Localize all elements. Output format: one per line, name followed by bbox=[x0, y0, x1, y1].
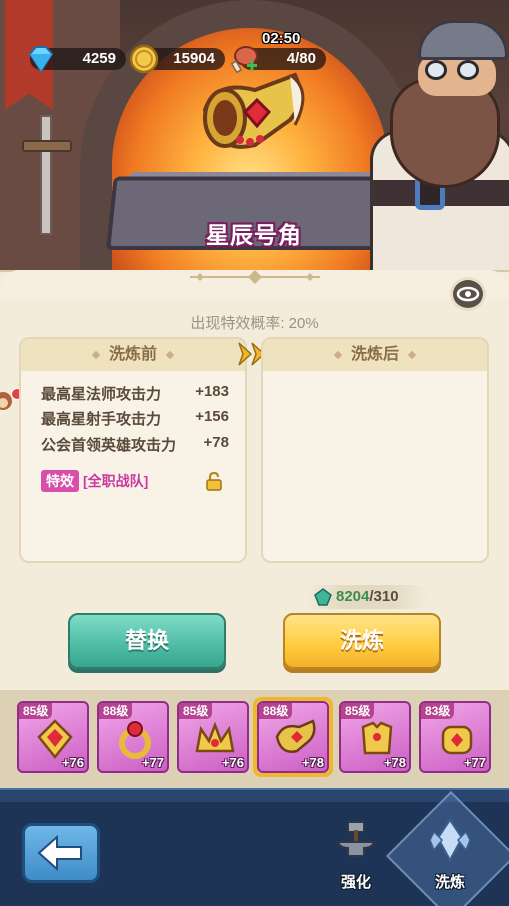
stat-name: 公会首领英雄攻击力 bbox=[41, 437, 177, 454]
eye-glyph bbox=[456, 286, 480, 302]
stat-value: +78 bbox=[203, 434, 229, 451]
after-refine-column: 洗炼后 bbox=[261, 337, 489, 563]
item-name-plate: 星辰号角 bbox=[148, 214, 360, 256]
header-diamond bbox=[165, 350, 175, 360]
refine-cost: 8204/310 bbox=[306, 585, 428, 609]
stamina-count: 4/80 bbox=[286, 50, 316, 67]
equipment-bonus: +77 bbox=[463, 755, 486, 770]
stat-value: +156 bbox=[195, 408, 229, 425]
crystal-icon bbox=[429, 818, 471, 863]
sword-decoration bbox=[40, 115, 52, 235]
stat-value: +183 bbox=[195, 383, 229, 400]
equipment-slot[interactable]: 85级 +78 bbox=[339, 701, 411, 773]
refine-button[interactable]: 洗炼 bbox=[283, 613, 441, 669]
equipment-bonus: +77 bbox=[141, 755, 164, 770]
gem-counter[interactable]: 4259 bbox=[28, 46, 126, 73]
after-refine-header: 洗炼后 bbox=[263, 339, 487, 371]
before-refine-column: 洗炼前 最高星法师攻击力 +183 最高星射手攻击力 +156 公会首领英雄攻击… bbox=[19, 337, 247, 563]
special-effect-row: 特效 [全职战队] bbox=[41, 470, 149, 492]
diamond-icon bbox=[28, 46, 54, 73]
header-diamond bbox=[91, 350, 101, 360]
lock-icon[interactable] bbox=[205, 471, 223, 491]
replace-button[interactable]: 替换 bbox=[68, 613, 226, 669]
cost-need: /310 bbox=[369, 588, 399, 605]
refine-stone-icon bbox=[314, 588, 332, 606]
nav-refine[interactable]: 洗炼 bbox=[416, 818, 484, 896]
nav-refine-label: 洗炼 bbox=[434, 874, 465, 891]
nav-forge-label: 强化 bbox=[340, 874, 371, 891]
equipment-level: 85级 bbox=[19, 703, 53, 719]
equipment-slot[interactable]: 88级 +77 bbox=[97, 701, 169, 773]
item-name: 星辰号角 bbox=[206, 222, 302, 248]
eye-icon[interactable] bbox=[450, 277, 486, 311]
special-effect-tag: 特效 bbox=[41, 470, 79, 492]
stat-row: 最高星法师攻击力 +183 bbox=[41, 383, 229, 403]
equipment-level: 88级 bbox=[99, 703, 133, 719]
equipment-level: 85级 bbox=[341, 703, 375, 719]
meat-icon bbox=[230, 46, 258, 74]
back-arrow-icon bbox=[37, 834, 82, 872]
blacksmith-cap bbox=[418, 20, 508, 60]
star-horn-item-art bbox=[202, 72, 305, 149]
blacksmith-character bbox=[370, 20, 509, 280]
sword-guard bbox=[22, 140, 72, 152]
stat-row: 最高星射手攻击力 +156 bbox=[41, 408, 229, 428]
equipment-bonus: +76 bbox=[221, 755, 244, 770]
stat-name: 最高星射手攻击力 bbox=[41, 411, 162, 428]
equipment-slot[interactable]: 83级 +77 bbox=[419, 701, 491, 773]
anvil-icon bbox=[336, 821, 376, 857]
back-button[interactable] bbox=[22, 823, 100, 883]
coin-count: 15904 bbox=[173, 50, 215, 67]
glasses bbox=[425, 60, 485, 80]
nav-forge[interactable]: 强化 bbox=[322, 818, 390, 896]
stat-name: 最高星法师攻击力 bbox=[41, 386, 162, 403]
selection-frame bbox=[253, 697, 333, 777]
before-refine-header: 洗炼前 bbox=[21, 339, 245, 371]
header-diamond bbox=[333, 350, 343, 360]
equipment-slot[interactable]: 85级 +76 bbox=[177, 701, 249, 773]
after-refine-title: 洗炼后 bbox=[350, 346, 399, 363]
stamina-timer: 02:50 bbox=[262, 30, 301, 47]
coin-counter[interactable]: 15904 bbox=[129, 44, 225, 74]
gem-count: 4259 bbox=[82, 50, 116, 67]
panel-ornament bbox=[190, 270, 320, 284]
navbar-edge bbox=[0, 788, 509, 802]
cost-have: 8204 bbox=[336, 588, 370, 605]
header-diamond bbox=[407, 350, 417, 360]
equipment-bonus: +76 bbox=[61, 755, 84, 770]
special-effect-value: [全职战队] bbox=[83, 473, 149, 489]
cost-amount: 8204/310 bbox=[336, 585, 399, 609]
before-refine-title: 洗炼前 bbox=[108, 346, 157, 363]
equipment-slot[interactable]: 85级 +76 bbox=[17, 701, 89, 773]
coin-icon bbox=[129, 44, 159, 74]
special-effect-chance: 出现特效概率: 20% bbox=[190, 315, 319, 332]
stamina-counter[interactable]: 4/80 bbox=[230, 46, 326, 74]
stat-row: 公会首领英雄攻击力 +78 bbox=[41, 434, 229, 454]
equipment-bonus: +78 bbox=[383, 755, 406, 770]
equipment-level: 85级 bbox=[179, 703, 213, 719]
equipment-level: 83级 bbox=[421, 703, 455, 719]
